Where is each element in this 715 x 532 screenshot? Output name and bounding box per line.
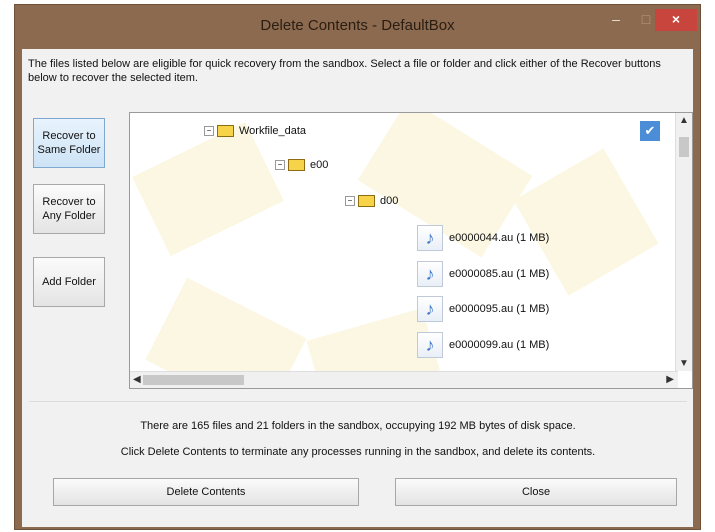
tree-file[interactable]: ♪ e0000085.au (1 MB) <box>417 261 549 287</box>
folder-name: d00 <box>380 195 399 207</box>
recover-same-folder-button[interactable]: Recover to Same Folder <box>33 118 105 168</box>
background-shape <box>132 121 284 257</box>
audio-file-icon: ♪ <box>417 225 443 251</box>
audio-file-icon: ♪ <box>417 296 443 322</box>
delete-contents-button[interactable]: Delete Contents <box>53 478 359 506</box>
tree-folder[interactable]: − d00 <box>345 195 398 207</box>
dialog-content: The files listed below are eligible for … <box>22 49 693 527</box>
checkbox-checked-icon[interactable]: ✔ <box>640 121 660 141</box>
collapse-icon[interactable]: − <box>345 196 355 206</box>
vertical-scrollbar[interactable]: ▲ ▼ <box>675 113 692 371</box>
collapse-icon[interactable]: − <box>204 126 214 136</box>
horizontal-scrollbar[interactable]: ◀ ▶ <box>130 371 678 388</box>
vertical-scroll-thumb[interactable] <box>679 137 689 157</box>
scroll-down-icon[interactable]: ▼ <box>679 358 689 369</box>
title-bar[interactable]: Delete Contents - DefaultBox – □ × <box>15 5 700 49</box>
status-panel: There are 165 files and 21 folders in th… <box>29 401 687 520</box>
collapse-icon[interactable]: − <box>275 160 285 170</box>
folder-name: Workfile_data <box>239 125 307 137</box>
instructions-text: The files listed below are eligible for … <box>28 58 661 84</box>
audio-file-icon: ♪ <box>417 261 443 287</box>
file-name: e0000085.au (1 MB) <box>449 268 550 280</box>
add-folder-button[interactable]: Add Folder <box>33 257 105 307</box>
tree-file[interactable]: ♪ e0000044.au (1 MB) <box>417 225 549 251</box>
tree-folder[interactable]: − Workfile_data <box>204 125 306 137</box>
folder-name: e00 <box>310 159 329 171</box>
scroll-up-icon[interactable]: ▲ <box>679 115 689 126</box>
file-name: e0000044.au (1 MB) <box>449 232 550 244</box>
tree-file[interactable]: ♪ e0000099.au (1 MB) <box>417 332 549 358</box>
folder-icon <box>358 195 375 207</box>
close-icon[interactable]: × <box>655 9 697 31</box>
file-name: e0000099.au (1 MB) <box>449 339 550 351</box>
audio-file-icon: ♪ <box>417 332 443 358</box>
close-button[interactable]: Close <box>395 478 677 506</box>
scroll-right-icon[interactable]: ▶ <box>666 374 674 385</box>
minimize-icon[interactable]: – <box>603 9 629 31</box>
file-name: e0000095.au (1 MB) <box>449 303 550 315</box>
sandbox-stats-text: There are 165 files and 21 folders in th… <box>140 420 576 432</box>
recover-any-folder-button[interactable]: Recover to Any Folder <box>33 184 105 234</box>
window-title: Delete Contents - DefaultBox <box>260 17 455 34</box>
horizontal-scroll-thumb[interactable] <box>143 375 244 385</box>
recovery-tree[interactable]: ✔ − Workfile_data − e00 − d00 ♪ e0000044… <box>129 112 693 389</box>
window: Delete Contents - DefaultBox – □ × The f… <box>14 4 701 530</box>
delete-instructions-text: Click Delete Contents to terminate any p… <box>120 446 596 458</box>
tree-file[interactable]: ♪ e0000095.au (1 MB) <box>417 296 549 322</box>
folder-icon <box>217 125 234 137</box>
scroll-left-icon[interactable]: ◀ <box>133 374 141 385</box>
folder-icon <box>288 159 305 171</box>
tree-folder[interactable]: − e00 <box>275 159 328 171</box>
